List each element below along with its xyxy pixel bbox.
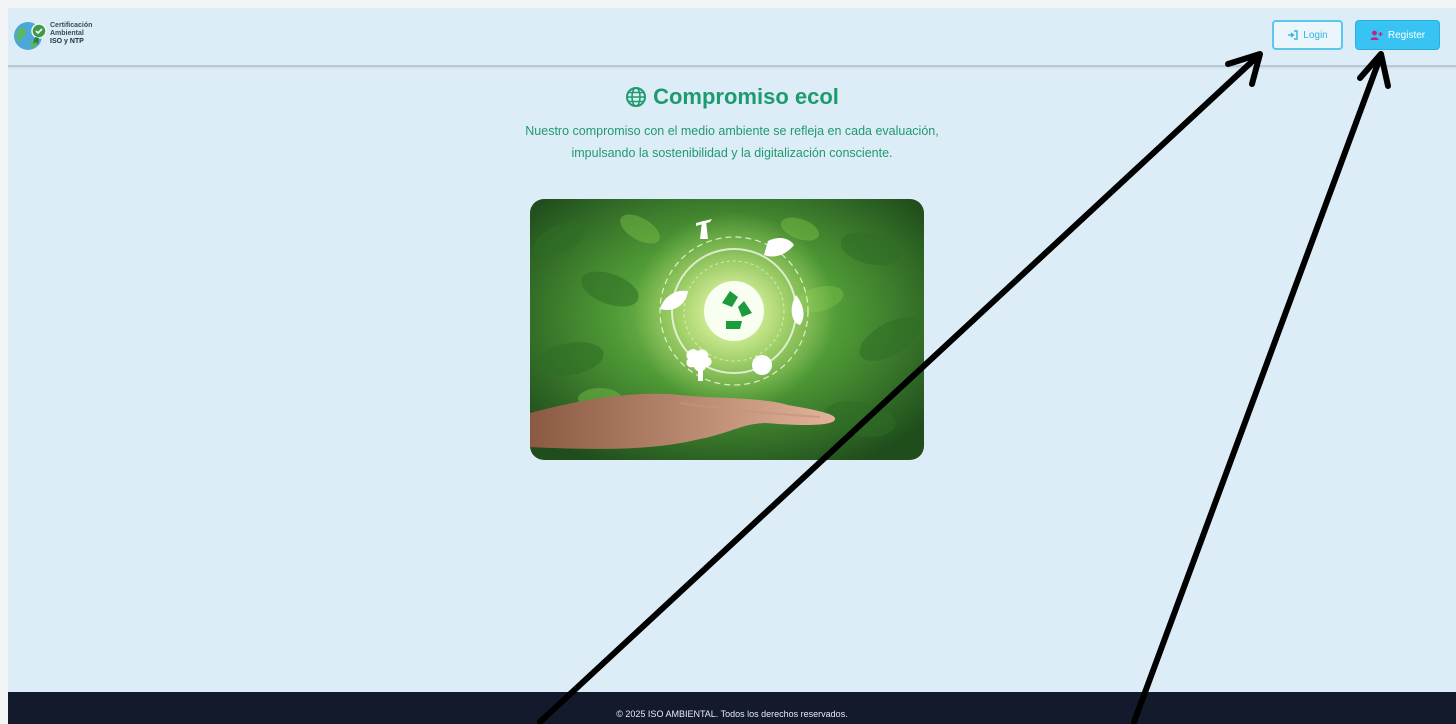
page-title-text: Compromiso ecol [653, 84, 839, 109]
eco-hand-recycle-illustration [530, 199, 924, 460]
subtitle-line-2: impulsando la sostenibilidad y la digita… [571, 146, 893, 160]
login-button[interactable]: Login [1272, 20, 1343, 50]
hero-image [530, 199, 924, 460]
brand-line-2: Ambiental [50, 30, 84, 37]
register-label: Register [1387, 29, 1426, 41]
top-navbar: Certificación Ambiental ISO y NTP Login … [8, 8, 1456, 67]
globe-badge-logo-icon [14, 22, 47, 50]
globe-icon [626, 87, 647, 107]
brand-line-3: ISO y NTP [50, 38, 84, 45]
brand-logo[interactable]: Certificación Ambiental ISO y NTP [12, 18, 122, 54]
page-subtitle: Nuestro compromiso con el medio ambiente… [432, 120, 1032, 164]
brand-name: Certificación Ambiental ISO y NTP [50, 22, 92, 46]
subtitle-line-1: Nuestro compromiso con el medio ambiente… [525, 124, 939, 138]
page-frame: Certificación Ambiental ISO y NTP Login … [8, 8, 1456, 724]
brand-line-1: Certificación [50, 22, 93, 29]
page-title: Compromiso ecol [8, 84, 1456, 110]
sign-in-icon [1288, 30, 1298, 40]
page-footer: © 2025 ISO AMBIENTAL. Todos los derechos… [8, 692, 1456, 724]
register-button[interactable]: Register [1355, 20, 1440, 50]
footer-copyright: © 2025 ISO AMBIENTAL. Todos los derechos… [616, 709, 848, 719]
user-plus-icon [1370, 30, 1383, 40]
login-label: Login [1303, 29, 1328, 41]
